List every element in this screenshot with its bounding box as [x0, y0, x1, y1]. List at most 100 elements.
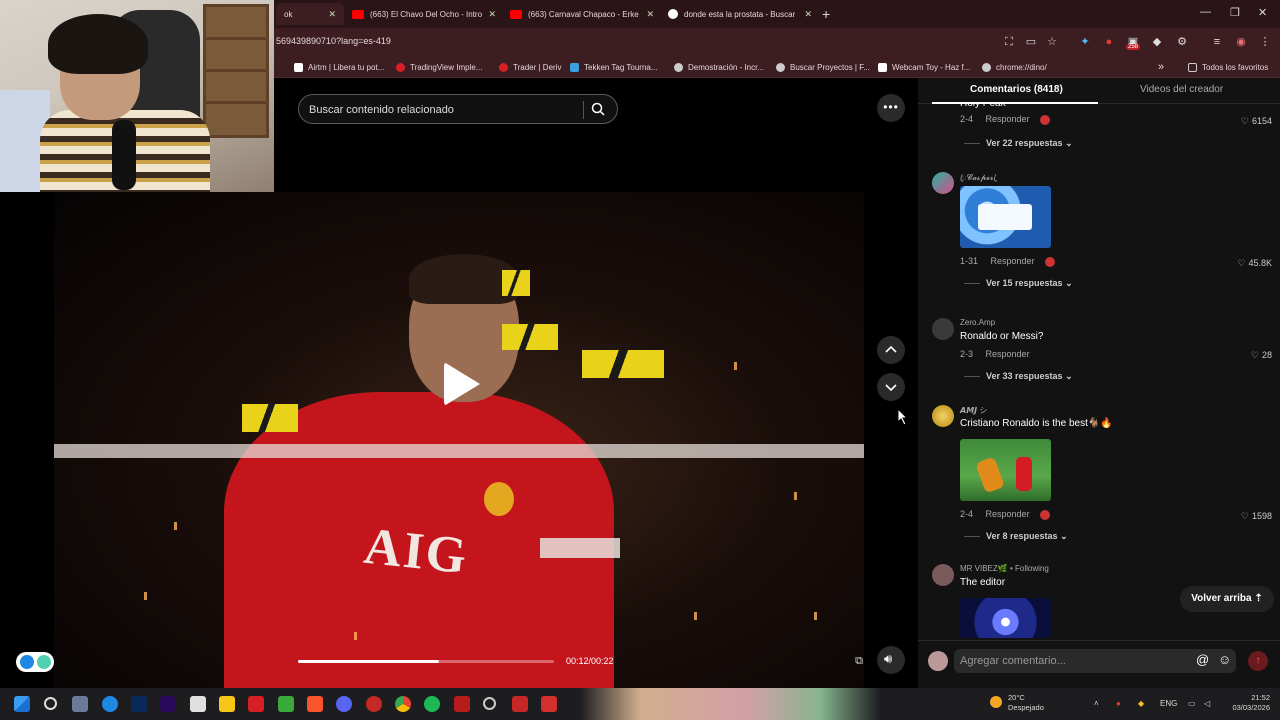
language-indicator[interactable]: ENG [1160, 699, 1177, 708]
extension-icon[interactable]: ◆ [1150, 35, 1164, 49]
obs-icon[interactable] [483, 697, 496, 710]
tray-app-icon[interactable]: ◆ [1138, 699, 1144, 708]
edge-icon[interactable] [102, 696, 118, 712]
picture-in-picture-icon[interactable]: ⧉ [850, 652, 868, 670]
send-button[interactable]: ↑ [1248, 651, 1268, 671]
bookmark-item[interactable]: Buscar Proyectos | F... [776, 60, 870, 74]
network-icon[interactable]: ▭ [1188, 699, 1196, 708]
mention-icon[interactable]: @ [1196, 652, 1209, 667]
tray-record-icon[interactable]: ● [1116, 699, 1121, 708]
next-video-button[interactable] [877, 373, 905, 401]
puzzle-icon[interactable]: ⚙ [1175, 35, 1189, 49]
close-window-icon[interactable]: ✕ [1258, 6, 1267, 19]
bookmarks-overflow-button[interactable]: » [1158, 60, 1164, 74]
close-icon[interactable]: ✕ [804, 9, 812, 20]
comment-sticker-image[interactable] [960, 186, 1051, 248]
comment-field[interactable]: @ ☺ [954, 649, 1236, 673]
view-replies-button[interactable]: Ver 22 respuestas ⌄ [964, 138, 1073, 149]
app-icon[interactable] [512, 696, 528, 712]
avatar[interactable] [932, 318, 954, 340]
play-button[interactable] [444, 362, 480, 406]
search-input[interactable] [309, 101, 579, 119]
cast-icon[interactable]: ▭ [1024, 35, 1038, 49]
comment-username[interactable]: 𝘼𝙈𝙅 シ [960, 405, 987, 416]
menu-kebab-icon[interactable]: ⋮ [1258, 35, 1272, 49]
back-to-top-button[interactable]: Volver arriba ⇡ [1180, 586, 1274, 612]
comment-photo-image[interactable] [960, 439, 1051, 501]
folder-icon[interactable] [219, 696, 235, 712]
browser-tab[interactable]: donde esta la prostata - Buscar ✕ [660, 3, 820, 25]
brave-icon[interactable] [307, 696, 323, 712]
weather-icon[interactable] [990, 696, 1002, 708]
restore-icon[interactable]: ❐ [1230, 6, 1240, 19]
chevron-up-icon[interactable]: ˄ [1094, 699, 1099, 708]
photoshop-icon[interactable] [131, 696, 147, 712]
view-replies-button[interactable]: Ver 33 respuestas ⌄ [964, 371, 1073, 382]
app-icon[interactable] [541, 696, 557, 712]
bookmark-item[interactable]: Trader | Deriv [499, 60, 561, 74]
premiere-icon[interactable] [160, 696, 176, 712]
chrome-icon[interactable] [395, 696, 411, 712]
bookmark-item[interactable]: Webcam Toy - Haz f... [878, 60, 970, 74]
translate-icon[interactable]: ⛶ [1002, 35, 1016, 49]
avatar[interactable] [932, 405, 954, 427]
extension-icon[interactable]: ✦ [1078, 35, 1092, 49]
volume-icon[interactable]: ◁ [1204, 699, 1210, 708]
reply-button[interactable]: Responder [986, 349, 1030, 359]
video-player[interactable]: AIG 00:12/00:22 [54, 192, 864, 688]
tab-creator-videos[interactable]: Videos del creador [1140, 84, 1223, 95]
search-icon[interactable] [44, 697, 57, 710]
close-icon[interactable]: ✕ [488, 9, 496, 20]
related-search-box[interactable] [298, 94, 618, 124]
video-progress-bar[interactable] [298, 660, 554, 663]
reply-button[interactable]: Responder [991, 256, 1035, 266]
tab-comments[interactable]: Comentarios (8418) [970, 84, 1063, 95]
star-icon[interactable]: ☆ [1045, 35, 1059, 49]
like-button[interactable]: ♡ 45.8K [1237, 258, 1272, 269]
bookmark-item[interactable]: TradingView Imple... [396, 60, 482, 74]
reading-list-icon[interactable]: ≡ [1210, 35, 1224, 49]
bookmark-item[interactable]: Tekken Tag Tourna... [570, 60, 658, 74]
comment-input[interactable] [960, 653, 1190, 669]
emoji-icon[interactable]: ☺ [1218, 652, 1231, 667]
start-icon[interactable] [14, 696, 30, 712]
clock[interactable]: 21:52 03/03/2026 [1228, 693, 1270, 713]
comment-username[interactable]: MR VIBEZ🌿 • Following [960, 564, 1049, 573]
app-icon[interactable] [366, 696, 382, 712]
weather-widget[interactable]: 20°C Despejado [1008, 693, 1044, 713]
reply-button[interactable]: Responder [986, 114, 1030, 124]
bookmark-item[interactable]: Demostración - Incr... [674, 60, 764, 74]
like-button[interactable]: ♡ 6154 [1241, 116, 1272, 127]
previous-video-button[interactable] [877, 336, 905, 364]
more-options-icon[interactable]: ••• [877, 94, 905, 122]
like-button[interactable]: ♡ 1598 [1241, 511, 1272, 522]
view-replies-button[interactable]: Ver 8 respuestas ⌄ [964, 531, 1068, 542]
bookmark-item[interactable]: Airtm | Libera tu pot... [294, 60, 384, 74]
like-button[interactable]: ♡ 28 [1251, 350, 1272, 361]
all-favorites-button[interactable]: Todos los favoritos [1188, 60, 1268, 74]
browser-tab[interactable]: (663) Carnaval Chapaco - Erke y ✕ [502, 3, 662, 25]
extension-record-icon[interactable]: ● [1102, 35, 1116, 49]
task-view-icon[interactable] [72, 696, 88, 712]
close-icon[interactable]: ✕ [328, 9, 336, 20]
browser-tab[interactable]: (663) El Chavo Del Ocho - Intro ✕ [344, 3, 504, 25]
trading-app-icon[interactable] [248, 696, 264, 712]
volume-button[interactable]: 🔊︎ [877, 646, 905, 674]
spotify-icon[interactable] [424, 696, 440, 712]
browser-tab-active[interactable]: ok ✕ [276, 3, 344, 25]
search-icon[interactable] [591, 102, 605, 121]
profile-avatar[interactable]: ◉ [1234, 35, 1248, 49]
reply-button[interactable]: Responder [986, 509, 1030, 519]
avatar[interactable] [932, 564, 954, 586]
floating-app-toggle[interactable] [16, 652, 54, 672]
discord-icon[interactable] [336, 696, 352, 712]
new-tab-button[interactable]: + [822, 6, 830, 22]
voicemeeter-icon[interactable] [454, 696, 470, 712]
close-icon[interactable]: ✕ [646, 9, 654, 20]
address-bar[interactable]: 569439890710?lang=es-419 [276, 36, 391, 46]
view-replies-button[interactable]: Ver 15 respuestas ⌄ [964, 278, 1073, 289]
minimize-icon[interactable]: — [1200, 6, 1211, 18]
avatar[interactable] [932, 172, 954, 194]
minecraft-icon[interactable] [278, 696, 294, 712]
bookmark-item[interactable]: chrome://dino/ [982, 60, 1047, 74]
